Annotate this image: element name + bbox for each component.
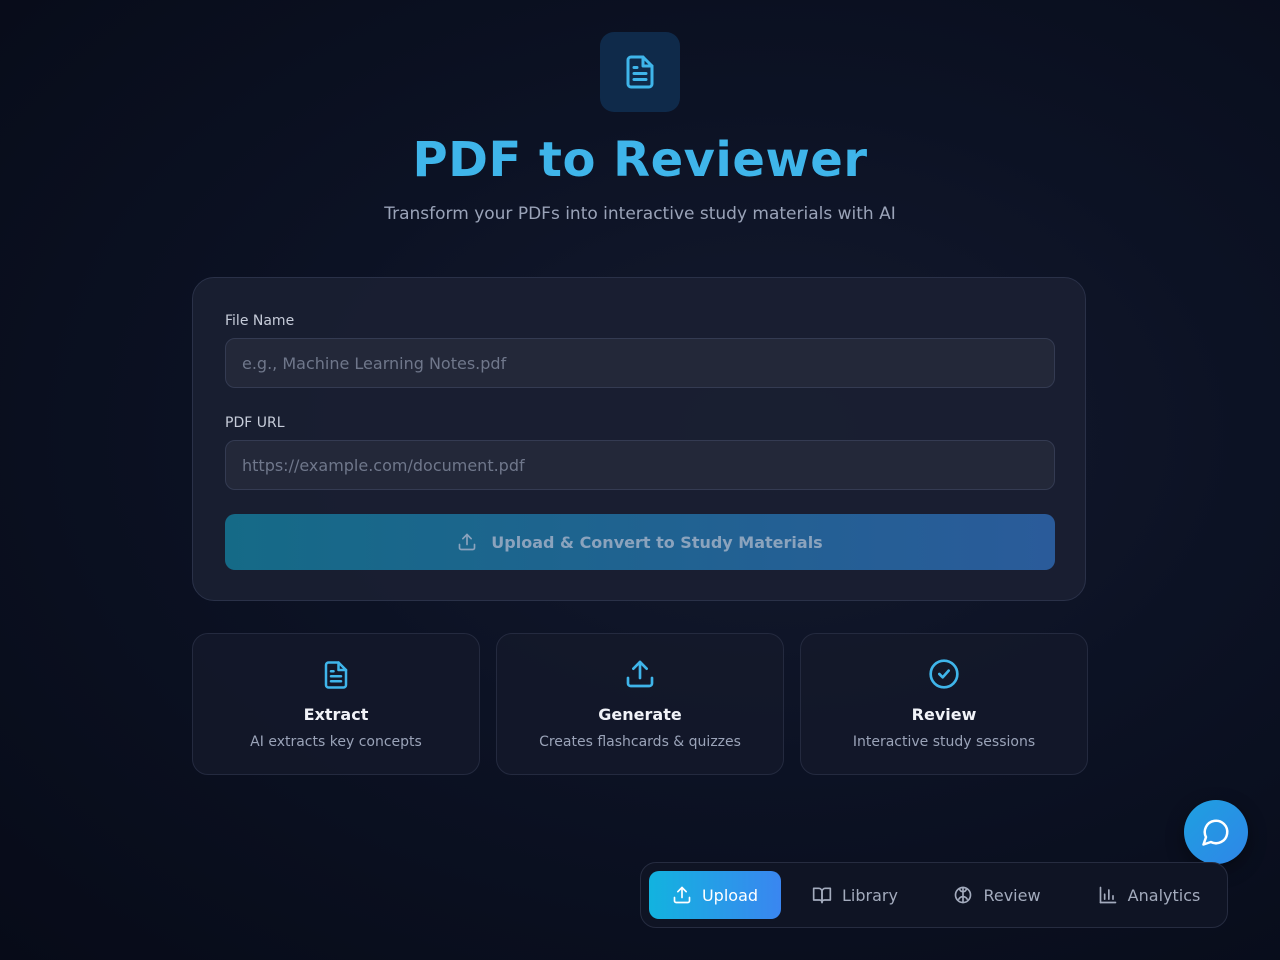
page-title: PDF to Reviewer xyxy=(412,132,868,188)
feature-title: Review xyxy=(911,705,977,724)
file-name-input[interactable] xyxy=(225,338,1055,388)
nav-item-label: Library xyxy=(842,885,898,905)
feature-card-review: Review Interactive study sessions xyxy=(800,633,1088,775)
upload-icon xyxy=(458,533,476,551)
feature-description: Interactive study sessions xyxy=(852,734,1036,750)
file-text-icon xyxy=(324,661,348,689)
upload-convert-button[interactable]: Upload & Convert to Study Materials xyxy=(225,514,1055,570)
brain-icon xyxy=(955,886,972,904)
book-open-icon xyxy=(812,887,832,904)
app-logo xyxy=(600,32,680,112)
upload-icon xyxy=(626,660,654,688)
upload-icon xyxy=(673,886,691,904)
upload-convert-label: Upload & Convert to Study Materials xyxy=(491,532,823,552)
nav-item-label: Upload xyxy=(701,885,759,905)
nav-item-library[interactable]: Library xyxy=(797,871,913,919)
upload-form-card: File Name PDF URL Upload & Convert to St… xyxy=(192,277,1086,601)
feature-card-generate: Generate Creates flashcards & quizzes xyxy=(496,633,784,775)
nav-item-review[interactable]: Review xyxy=(937,871,1057,919)
feature-title: Extract xyxy=(303,705,369,724)
feature-card-extract: Extract AI extracts key concepts xyxy=(192,633,480,775)
nav-item-label: Review xyxy=(983,885,1041,905)
bottom-nav: Upload Library Review Analytics xyxy=(640,862,1228,928)
page-subtitle: Transform your PDFs into interactive stu… xyxy=(384,204,896,224)
chat-button[interactable] xyxy=(1184,800,1248,864)
feature-description: Creates flashcards & quizzes xyxy=(539,734,741,750)
bar-chart-icon xyxy=(1099,886,1117,904)
file-text-icon xyxy=(626,55,654,89)
feature-description: AI extracts key concepts xyxy=(250,734,422,750)
nav-item-analytics[interactable]: Analytics xyxy=(1081,871,1217,919)
check-circle-icon xyxy=(929,659,959,689)
chat-bubble-icon xyxy=(1202,819,1229,846)
feature-title: Generate xyxy=(598,705,682,724)
file-name-label: File Name xyxy=(225,313,295,329)
pdf-url-label: PDF URL xyxy=(225,415,285,431)
pdf-url-input[interactable] xyxy=(225,440,1055,490)
nav-item-upload[interactable]: Upload xyxy=(649,871,781,919)
nav-item-label: Analytics xyxy=(1127,885,1201,905)
